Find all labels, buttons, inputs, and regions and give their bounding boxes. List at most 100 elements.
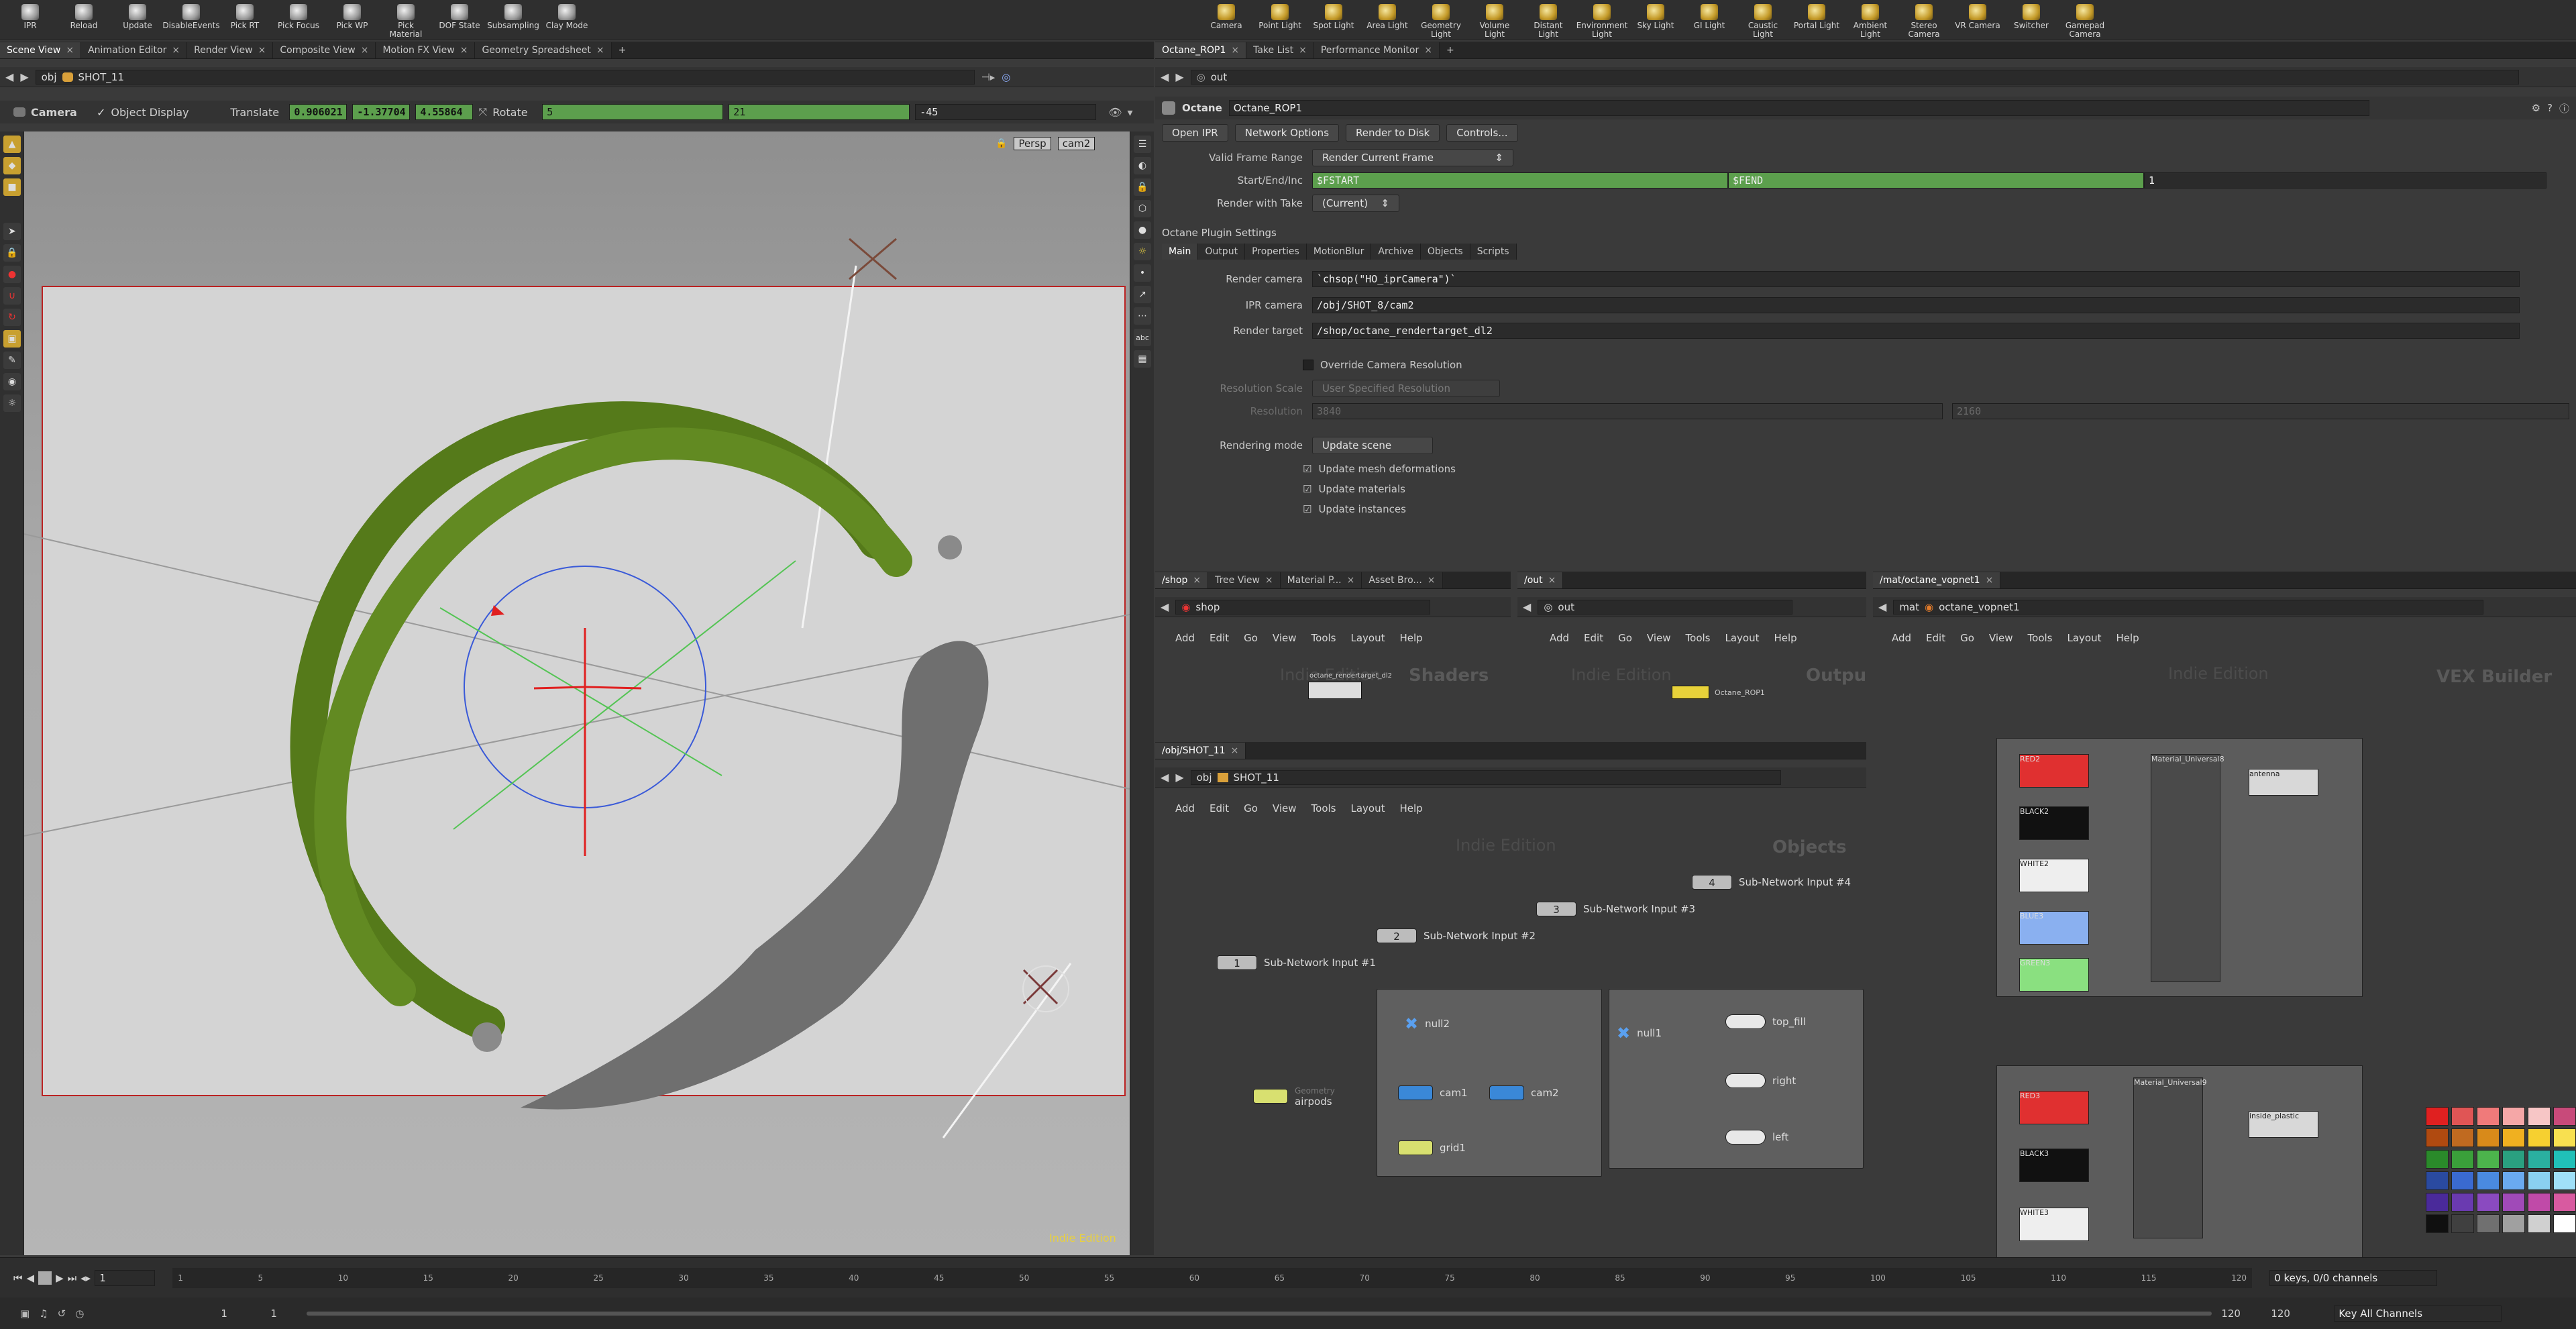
- vex-menu-view[interactable]: View: [1989, 632, 2013, 644]
- left-light-node[interactable]: left: [1725, 1130, 1788, 1145]
- shelf-tool-reload[interactable]: Reload: [59, 0, 109, 40]
- shelf-tool-disableevents[interactable]: DisableEvents: [162, 0, 220, 40]
- shelf-tool-clay-mode[interactable]: Clay Mode: [542, 0, 592, 40]
- out-menu-help[interactable]: Help: [1774, 632, 1796, 644]
- lock-icon[interactable]: 🔒: [3, 244, 21, 262]
- color-swatch[interactable]: [2426, 1214, 2449, 1233]
- material-universal9-node[interactable]: Material_Universal9: [2133, 1077, 2207, 1238]
- tab-scene-view[interactable]: Scene View ×: [0, 42, 82, 58]
- camera-tool-icon[interactable]: ◉: [3, 373, 21, 390]
- shelf-tool-environment-light[interactable]: Environment Light: [1576, 0, 1627, 40]
- subnet-input-2[interactable]: 2 Sub-Network Input #2: [1377, 928, 1536, 943]
- shelf-tool-ipr[interactable]: IPR: [5, 0, 55, 40]
- color-swatch[interactable]: [2502, 1128, 2525, 1147]
- top-fill-node[interactable]: top_fill: [1725, 1014, 1806, 1029]
- close-icon[interactable]: ×: [361, 45, 369, 56]
- shelf-tool-spot-light[interactable]: Spot Light: [1308, 0, 1359, 40]
- shelf-tool-caustic-light[interactable]: Caustic Light: [1737, 0, 1788, 40]
- close-icon[interactable]: ×: [1548, 575, 1556, 586]
- out-menu-layout[interactable]: Layout: [1725, 632, 1759, 644]
- shelf-tool-gamepad-camera[interactable]: Gamepad Camera: [2059, 0, 2110, 40]
- rotate-tool-icon[interactable]: ↻: [3, 309, 21, 326]
- key-all-channels-button[interactable]: Key All Channels: [2334, 1305, 2502, 1322]
- close-icon[interactable]: ×: [66, 45, 74, 56]
- out-menu-tools[interactable]: Tools: [1686, 632, 1711, 644]
- current-frame-field[interactable]: 1: [95, 1269, 156, 1286]
- add-param-tab-button[interactable]: +: [1440, 42, 1461, 58]
- red2-node[interactable]: RED2: [2019, 754, 2089, 788]
- close-icon[interactable]: ×: [1231, 745, 1239, 756]
- shop-menu-layout[interactable]: Layout: [1350, 632, 1385, 644]
- audio-icon[interactable]: ♫: [39, 1308, 48, 1320]
- vex-menu-tools[interactable]: Tools: [2028, 632, 2053, 644]
- shop-menu-go[interactable]: Go: [1244, 632, 1258, 644]
- color-swatch[interactable]: [2451, 1150, 2474, 1169]
- color-swatch[interactable]: [2502, 1193, 2525, 1212]
- color-swatch[interactable]: [2553, 1150, 2576, 1169]
- forward-arrow-icon[interactable]: ▶: [20, 70, 28, 83]
- out-menu-view[interactable]: View: [1647, 632, 1671, 644]
- shop-menu-tools[interactable]: Tools: [1311, 632, 1336, 644]
- timeline-ruler[interactable]: 1 5 10 15 20 25 30 35 40 45 50 55 60 65 70 75 80 85 90 95 10…: [172, 1267, 2253, 1288]
- shelf-tool-pick-focus[interactable]: Pick Focus: [274, 0, 323, 40]
- override-res-checkbox[interactable]: [1303, 360, 1313, 370]
- tab-composite-view[interactable]: Composite View ×: [273, 42, 376, 58]
- white3-node[interactable]: WHITE3: [2019, 1208, 2089, 1241]
- rop-forward-icon[interactable]: ▶: [1175, 70, 1183, 83]
- obj-forward-icon[interactable]: ▶: [1175, 771, 1183, 784]
- add-tab-button[interactable]: +: [612, 42, 633, 58]
- plugin-tab-archive[interactable]: Archive: [1371, 244, 1421, 260]
- range-slider[interactable]: [307, 1311, 2212, 1316]
- color-swatch[interactable]: [2553, 1193, 2576, 1212]
- tab-geometry-spreadsheet[interactable]: Geometry Spreadsheet ×: [475, 42, 612, 58]
- shop-menu-view[interactable]: View: [1273, 632, 1297, 644]
- shelf-tool-pick-rt[interactable]: Pick RT: [220, 0, 270, 40]
- shop-network[interactable]: Indie Edition Shaders octane_rendertarge…: [1155, 648, 1511, 735]
- vex-back-icon[interactable]: ◀: [1878, 600, 1886, 613]
- tab-animation-editor[interactable]: Animation Editor ×: [81, 42, 188, 58]
- plugin-tab-main[interactable]: Main: [1162, 244, 1199, 260]
- out-path[interactable]: ◎ out: [1538, 599, 1793, 615]
- close-icon[interactable]: ×: [258, 45, 266, 56]
- step-icon[interactable]: ◂▸: [80, 1272, 91, 1284]
- tab-tree-view[interactable]: Tree View ×: [1208, 572, 1281, 588]
- viewport-scene[interactable]: [24, 131, 1130, 1255]
- color-swatch[interactable]: [2477, 1214, 2500, 1233]
- select-tool-icon[interactable]: ➤: [3, 223, 21, 240]
- ghost-icon[interactable]: ◐: [1134, 157, 1151, 174]
- color-swatch[interactable]: [2451, 1171, 2474, 1190]
- obj-menu-layout[interactable]: Layout: [1350, 802, 1385, 814]
- out-menu-add[interactable]: Add: [1550, 632, 1569, 644]
- shop-back-icon[interactable]: ◀: [1161, 600, 1169, 613]
- network-options-button[interactable]: Network Options: [1234, 124, 1340, 142]
- close-icon[interactable]: ×: [1193, 575, 1201, 586]
- rop-path[interactable]: ◎ out: [1190, 69, 2519, 85]
- obj-back-icon[interactable]: ◀: [1161, 771, 1169, 784]
- tab-obj-shot-11[interactable]: /obj/SHOT_11 ×: [1155, 743, 1246, 759]
- shelf-tool-point-light[interactable]: Point Light: [1254, 0, 1305, 40]
- vex-path[interactable]: mat ◉ octane_vopnet1: [1893, 599, 2484, 615]
- color-swatch[interactable]: [2451, 1193, 2474, 1212]
- shop-menu-add[interactable]: Add: [1175, 632, 1195, 644]
- color-swatch[interactable]: [2477, 1193, 2500, 1212]
- shelf-tool-distant-light[interactable]: Distant Light: [1523, 0, 1574, 40]
- color-swatch[interactable]: [2502, 1171, 2525, 1190]
- light-icon[interactable]: ☼: [1134, 243, 1151, 260]
- color-swatch[interactable]: [2553, 1171, 2576, 1190]
- res-scale-menu[interactable]: User Specified Resolution: [1312, 380, 1500, 397]
- shelf-tool-dof-state[interactable]: DOF State: [435, 0, 484, 40]
- pin-icon[interactable]: ⊣▸: [981, 71, 996, 83]
- lock-view-icon[interactable]: 🔒: [996, 138, 1007, 149]
- color-swatch[interactable]: [2451, 1128, 2474, 1147]
- color-swatch[interactable]: [2426, 1107, 2449, 1126]
- shop-menu-edit[interactable]: Edit: [1210, 632, 1229, 644]
- rendertarget-node[interactable]: [1308, 682, 1362, 699]
- tab-performance-monitor[interactable]: Performance Monitor ×: [1313, 42, 1440, 58]
- snapshot-icon[interactable]: ▦: [1134, 350, 1151, 368]
- range-end[interactable]: 120: [2221, 1308, 2261, 1320]
- blue3-node[interactable]: BLUE3: [2019, 911, 2089, 945]
- viewport-menu-icon[interactable]: ▾: [1128, 106, 1133, 119]
- out-menu-edit[interactable]: Edit: [1584, 632, 1603, 644]
- close-icon[interactable]: ×: [1424, 45, 1432, 56]
- update-materials-checkbox[interactable]: ☑: [1303, 483, 1311, 495]
